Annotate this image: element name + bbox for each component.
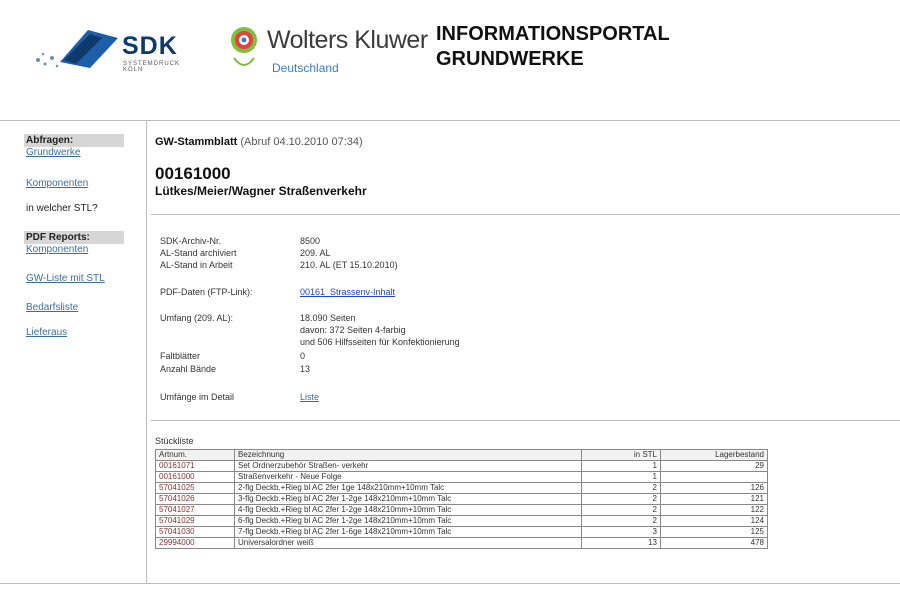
cell-artnum[interactable]: 57041026 xyxy=(155,493,235,505)
cell-artnum[interactable]: 57041030 xyxy=(155,526,235,538)
wolters-kluwer-logo: Wolters Kluwer Deutschland xyxy=(230,22,430,82)
cell-in-stl: 2 xyxy=(581,504,661,516)
cell-bezeichnung: 6-flg Deckb.+Rieg bl AC 2fer 1-2ge 148x2… xyxy=(234,515,582,527)
cell-in-stl: 13 xyxy=(581,537,661,549)
info-value: 8500 xyxy=(300,236,321,246)
cell-lagerbestand: 29 xyxy=(660,460,768,472)
info-value: 13 xyxy=(300,364,311,374)
cell-lagerbestand: 126 xyxy=(660,482,768,494)
cell-artnum[interactable]: 57041025 xyxy=(155,482,235,494)
info-value: 0 xyxy=(300,351,306,361)
table-row: 00161000 Straßenverkehr - Neue Folge 1 xyxy=(155,471,768,483)
sidebar-link-lieferung[interactable]: Lieferaus xyxy=(24,327,69,338)
table-row: 57041026 3-flg Deckb.+Rieg bl AC 2fer 1-2… xyxy=(155,493,768,505)
stueckliste-table: Artnum. Bezeichnung in STL Lagerbestand … xyxy=(155,449,768,549)
sdk-logo-mark xyxy=(36,30,118,68)
gw-title: Lütkes/Meier/Wagner Straßenverkehr xyxy=(155,184,367,198)
table-row: 57041029 6-flg Deckb.+Rieg bl AC 2fer 1-2… xyxy=(155,515,768,527)
stammblatt-label: GW-Stammblatt xyxy=(155,136,238,148)
sidebar-heading-pdf-reports: PDF Reports: xyxy=(24,231,124,244)
wolters-kluwer-country: Deutschland xyxy=(272,61,339,75)
cell-bezeichnung: Universalordner weiß xyxy=(234,537,582,549)
cell-in-stl: 2 xyxy=(581,515,661,527)
cell-artnum[interactable]: 00161071 xyxy=(155,460,235,472)
cell-artnum[interactable]: 29994000 xyxy=(155,537,235,549)
column-header-bezeichnung: Bezeichnung xyxy=(234,449,582,461)
sidebar-link-gw-liste[interactable]: GW-Liste mit STL xyxy=(24,273,107,284)
cell-bezeichnung: 7-flg Deckb.+Rieg bl AC 2fer 1-6ge 148x2… xyxy=(234,526,582,538)
portal-title: INFORMATIONSPORTAL GRUNDWERKE xyxy=(436,22,670,72)
cell-lagerbestand: 478 xyxy=(660,537,768,549)
page-header: SDK SYSTEMDRUCK KÖLN Wolters Kluwer Deut… xyxy=(0,0,900,118)
info-label: PDF-Daten (FTP-Link): xyxy=(160,287,253,297)
info-divider xyxy=(151,420,900,421)
table-row: 57041027 4-flg Deckb.+Rieg bl AC 2fer 1-2… xyxy=(155,504,768,516)
column-header-lagerbestand: Lagerbestand xyxy=(660,449,768,461)
table-row: 00161071 Set Ordnerzubehör Straßen- verke… xyxy=(155,460,768,472)
sidebar-link-pdf-komponenten[interactable]: Komponenten xyxy=(24,244,90,255)
info-value: und 506 Hilfsseiten für Konfektionierung xyxy=(300,337,460,347)
pdf-ftp-link[interactable]: 00161_Strassenv-Inhalt xyxy=(300,287,395,297)
portal-title-line1: INFORMATIONSPORTAL xyxy=(436,23,670,45)
cell-bezeichnung: 4-flg Deckb.+Rieg bl AC 2fer 1-2ge 148x2… xyxy=(234,504,582,516)
wolters-kluwer-globe-icon xyxy=(231,27,257,66)
column-header-in-stl: in STL xyxy=(581,449,661,461)
info-label: Umfang (209. AL): xyxy=(160,313,234,323)
info-label: Anzahl Bände xyxy=(160,364,217,374)
sidebar-link-bedarfsliste[interactable]: Bedarfsliste xyxy=(24,302,80,313)
table-row: 57041030 7-flg Deckb.+Rieg bl AC 2fer 1-6… xyxy=(155,526,768,538)
info-label: AL-Stand in Arbeit xyxy=(160,260,233,270)
info-value: 210. AL (ET 15.10.2010) xyxy=(300,260,398,270)
header-divider xyxy=(0,120,900,121)
table-row: 57041025 2-flg Deckb.+Rieg bl AC 2fer 1ge… xyxy=(155,482,768,494)
table-header-row: Artnum. Bezeichnung in STL Lagerbestand xyxy=(155,449,768,461)
gw-number: 00161000 xyxy=(155,164,231,183)
umfaenge-liste-link[interactable]: Liste xyxy=(300,392,319,402)
info-value: 209. AL xyxy=(300,248,331,258)
stueckliste-label: Stückliste xyxy=(155,436,194,446)
cell-bezeichnung: Set Ordnerzubehör Straßen- verkehr xyxy=(234,460,582,472)
cell-in-stl: 1 xyxy=(581,471,661,483)
info-label: Umfänge im Detail xyxy=(160,392,235,402)
cell-lagerbestand xyxy=(660,471,768,483)
cell-lagerbestand: 124 xyxy=(660,515,768,527)
sdk-logo: SDK SYSTEMDRUCK KÖLN xyxy=(30,20,179,80)
info-value: 18.090 Seiten xyxy=(300,313,356,323)
cell-bezeichnung: Straßenverkehr - Neue Folge xyxy=(234,471,582,483)
cell-lagerbestand: 122 xyxy=(660,504,768,516)
sidebar-link-komponenten[interactable]: Komponenten xyxy=(24,178,90,189)
stammblatt-heading: GW-Stammblatt (Abruf 04.10.2010 07:34) xyxy=(155,136,363,148)
cell-artnum[interactable]: 57041029 xyxy=(155,515,235,527)
sdk-logo-subtext: SYSTEMDRUCK KÖLN xyxy=(123,61,181,73)
cell-in-stl: 2 xyxy=(581,493,661,505)
column-header-artnum: Artnum. xyxy=(155,449,235,461)
sidebar-text-in-welcher-stl: in welcher STL? xyxy=(26,203,98,214)
sidebar-divider xyxy=(146,120,147,584)
cell-in-stl: 1 xyxy=(581,460,661,472)
title-divider xyxy=(151,214,900,215)
cell-in-stl: 3 xyxy=(581,526,661,538)
cell-bezeichnung: 2-flg Deckb.+Rieg bl AC 2fer 1ge 148x210… xyxy=(234,482,582,494)
footer-divider xyxy=(0,583,900,584)
wolters-kluwer-name: Wolters Kluwer xyxy=(267,26,428,54)
portal-title-line2: GRUNDWERKE xyxy=(436,48,584,70)
cell-lagerbestand: 125 xyxy=(660,526,768,538)
table-body: 00161071 Set Ordnerzubehör Straßen- verke… xyxy=(155,460,768,549)
cell-in-stl: 2 xyxy=(581,482,661,494)
info-value: davon: 372 Seiten 4-farbig xyxy=(300,325,406,335)
cell-artnum[interactable]: 00161000 xyxy=(155,471,235,483)
info-label: Faltblätter xyxy=(160,351,201,361)
sidebar-link-grundwerke[interactable]: Grundwerke xyxy=(24,147,82,158)
cell-bezeichnung: 3-flg Deckb.+Rieg bl AC 2fer 1-2ge 148x2… xyxy=(234,493,582,505)
abruf-timestamp: (Abruf 04.10.2010 07:34) xyxy=(240,136,363,148)
cell-artnum[interactable]: 57041027 xyxy=(155,504,235,516)
info-label: AL-Stand archiviert xyxy=(160,248,237,258)
sdk-logo-text: SDK xyxy=(122,32,178,60)
info-label: SDK-Archiv-Nr. xyxy=(160,236,222,246)
cell-lagerbestand: 121 xyxy=(660,493,768,505)
sidebar-heading-abfragen: Abfragen: xyxy=(24,134,124,147)
table-row: 29994000 Universalordner weiß 13 478 xyxy=(155,537,768,549)
